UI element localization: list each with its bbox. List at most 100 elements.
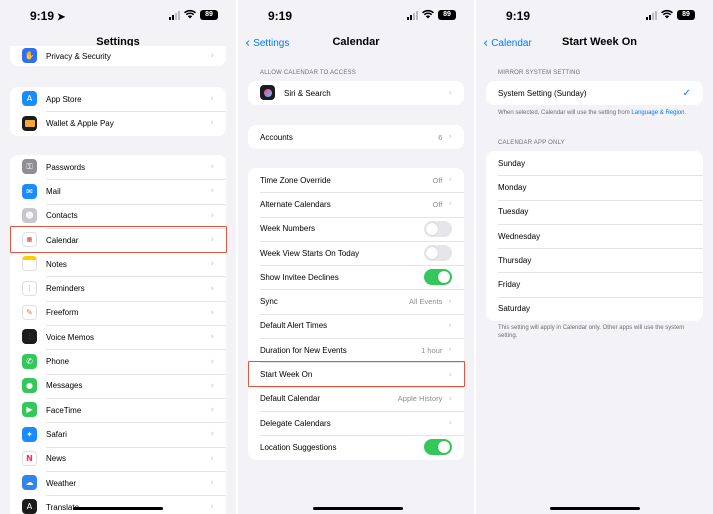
chevron-right-icon: › [448, 199, 452, 210]
day-option-saturday[interactable]: Saturday [486, 296, 703, 321]
day-label: Wednesday [498, 231, 541, 241]
invitee-declines-toggle[interactable] [424, 269, 452, 286]
chevron-right-icon: › [448, 320, 452, 331]
compass-icon: ✦ [22, 426, 37, 442]
default-calendar-row[interactable]: Default Calendar Apple History › [248, 386, 464, 411]
chevron-right-icon: › [448, 345, 452, 356]
time-zone-override-row[interactable]: Time Zone Override Off › [248, 168, 464, 192]
days-group: Sunday Monday Tuesday Wednesday Thursday… [486, 151, 703, 322]
wifi-icon [422, 9, 434, 19]
day-option-sunday[interactable]: Sunday [486, 151, 703, 175]
wallet-icon [22, 115, 37, 131]
settings-item-contacts[interactable]: ☻ Contacts › [10, 203, 226, 228]
settings-item-label: Mail [46, 186, 61, 196]
status-time: 9:19 [268, 9, 293, 23]
location-suggestions-toggle[interactable] [424, 439, 452, 456]
settings-item-safari[interactable]: ✦ Safari › [10, 422, 226, 446]
settings-item-app-store[interactable]: A App Store › [10, 87, 226, 111]
cellular-signal-icon [407, 11, 418, 20]
speech-bubble-icon: ● [22, 377, 37, 393]
settings-item-label: Phone [46, 357, 70, 367]
settings-item-reminders[interactable]: ⋮ Reminders › [10, 276, 226, 300]
waveform-icon: ⫶ [22, 329, 37, 345]
siri-search-row[interactable]: Siri & Search › [248, 81, 464, 105]
settings-item-notes[interactable]: Notes › [10, 252, 226, 276]
day-label: Monday [498, 182, 527, 192]
settings-item-voice-memos[interactable]: ⫶ Voice Memos › [10, 325, 226, 349]
chevron-right-icon: › [210, 307, 214, 318]
accounts-row[interactable]: Accounts 6 › [248, 125, 464, 149]
settings-item-calendar[interactable]: ▦ Calendar › [10, 227, 226, 252]
day-option-tuesday[interactable]: Tuesday [486, 199, 703, 224]
battery-icon: 89 [200, 10, 218, 20]
settings-item-facetime[interactable]: ▶ FaceTime › [10, 397, 226, 422]
settings-item-freeform[interactable]: ✎ Freeform › [10, 300, 226, 325]
chevron-right-icon: › [210, 356, 214, 367]
settings-item-messages[interactable]: ● Messages › [10, 373, 226, 398]
row-label: Location Suggestions [260, 442, 337, 452]
sync-row[interactable]: Sync All Events › [248, 289, 464, 313]
settings-item-label: News [46, 454, 67, 464]
chevron-right-icon: › [448, 296, 452, 307]
chevron-right-icon: › [448, 132, 452, 143]
chevron-right-icon: › [448, 393, 452, 404]
translate-icon: A [22, 499, 37, 514]
chevron-right-icon: › [448, 369, 452, 380]
day-label: Sunday [498, 158, 526, 168]
settings-screen: 9:19 ➤ 89 Settings ✋ Privacy & Security › … [0, 0, 236, 514]
home-indicator[interactable] [313, 507, 403, 510]
day-option-wednesday[interactable]: Wednesday [486, 223, 703, 248]
day-option-monday[interactable]: Monday [486, 175, 703, 199]
week-view-today-toggle[interactable] [424, 245, 452, 262]
status-time: 9:19 [506, 9, 531, 23]
row-value: Off [432, 199, 443, 209]
home-indicator[interactable] [550, 507, 640, 510]
chevron-right-icon: › [210, 332, 214, 343]
settings-item-passwords[interactable]: ⚿ Passwords › [10, 155, 226, 179]
chevron-right-icon: › [210, 94, 214, 105]
wifi-icon [184, 9, 196, 19]
settings-item-phone[interactable]: ✆ Phone › [10, 349, 226, 373]
settings-item-label: App Store [46, 94, 82, 104]
chevron-right-icon: › [210, 51, 214, 61]
day-option-friday[interactable]: Friday [486, 272, 703, 296]
day-option-thursday[interactable]: Thursday [486, 248, 703, 272]
week-numbers-toggle[interactable] [424, 220, 452, 237]
option-label: System Setting (Sunday) [498, 88, 587, 98]
calendar-settings-screen: 9:19 89 ‹ Settings Calendar ALLOW CALENDA… [238, 0, 474, 514]
location-arrow-icon: ➤ [57, 12, 66, 23]
system-setting-option[interactable]: System Setting (Sunday) ✓ [486, 81, 703, 105]
accounts-count: 6 [438, 132, 443, 142]
section-header: MIRROR SYSTEM SETTING [498, 70, 581, 76]
settings-item-label: Messages [46, 381, 83, 391]
settings-item-wallet[interactable]: Wallet & Apple Pay › [10, 111, 226, 135]
location-suggestions-row: Location Suggestions [248, 435, 464, 459]
row-label: Default Alert Times [260, 321, 328, 331]
notes-icon [22, 256, 37, 272]
chevron-right-icon: › [210, 283, 214, 294]
settings-item-weather[interactable]: ☁ Weather › [10, 470, 226, 495]
settings-item-translate[interactable]: A Translate › [10, 495, 226, 514]
status-bar: 9:19 89 [476, 0, 713, 32]
default-alert-times-row[interactable]: Default Alert Times › [248, 313, 464, 338]
home-indicator[interactable] [73, 507, 163, 510]
settings-item-label: Voice Memos [46, 332, 95, 342]
delegate-calendars-row[interactable]: Delegate Calendars › [248, 410, 464, 435]
section-header: CALENDAR APP ONLY [498, 140, 565, 146]
settings-item-news[interactable]: N News › [10, 446, 226, 471]
start-week-on-row[interactable]: Start Week On › [248, 362, 464, 386]
status-bar: 9:19 89 [238, 0, 474, 32]
settings-item-mail[interactable]: ✉ Mail › [10, 179, 226, 203]
invitee-declines-row: Show Invitee Declines [248, 265, 464, 289]
settings-item-privacy[interactable]: ✋ Privacy & Security › [10, 46, 226, 66]
siri-search-label: Siri & Search [284, 88, 331, 98]
chevron-right-icon: › [210, 259, 214, 270]
duration-new-events-row[interactable]: Duration for New Events 1 hour › [248, 338, 464, 362]
contacts-icon: ☻ [22, 207, 37, 223]
alternate-calendars-row[interactable]: Alternate Calendars Off › [248, 192, 464, 216]
siri-icon [260, 85, 275, 101]
chevron-right-icon: › [210, 162, 214, 173]
day-label: Friday [498, 280, 521, 290]
language-region-link[interactable]: Language & Region [631, 110, 684, 116]
accounts-label: Accounts [260, 132, 293, 142]
